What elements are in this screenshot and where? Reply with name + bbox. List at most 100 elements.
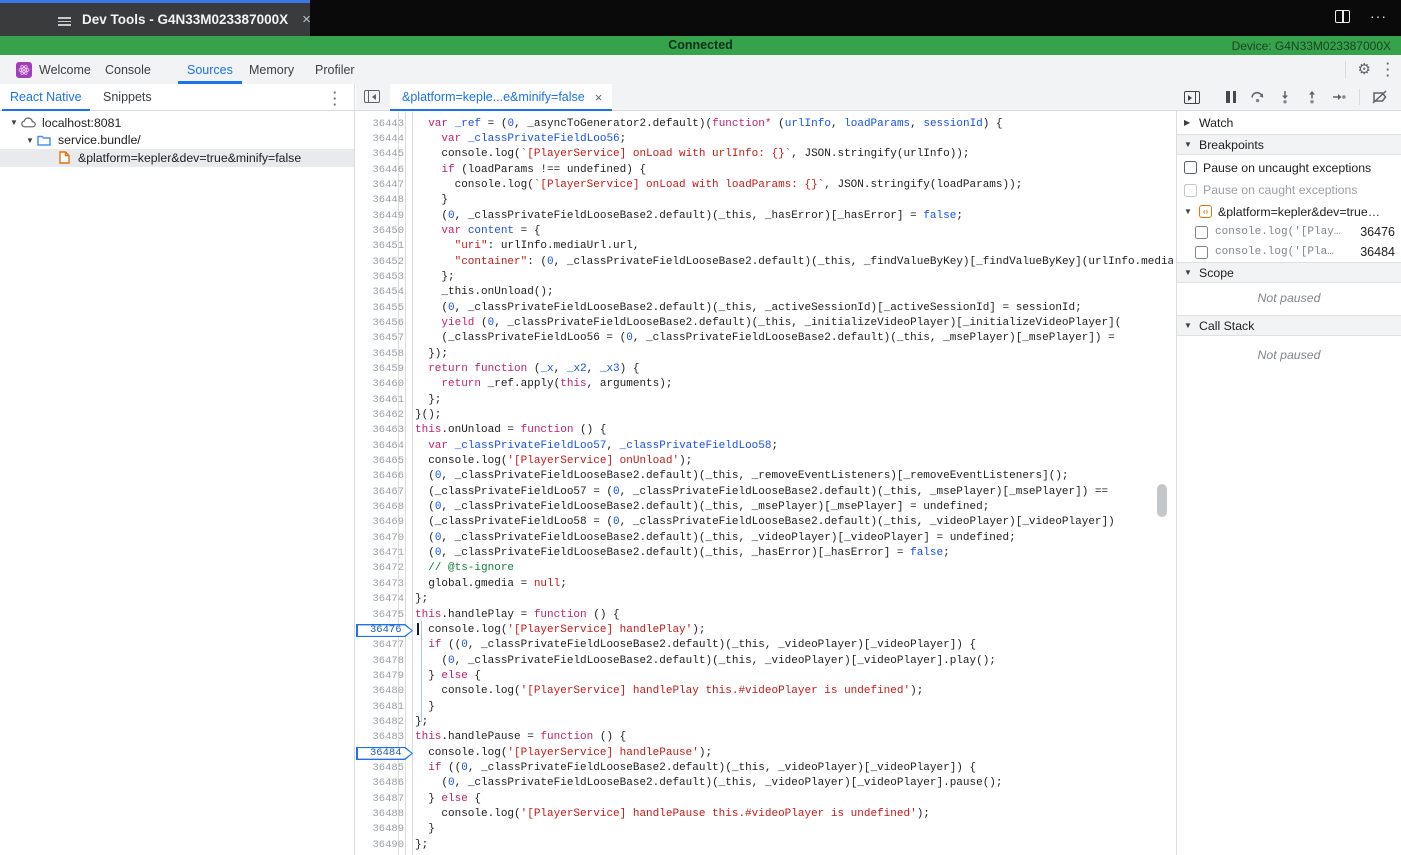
code-line[interactable]: 36464 var _classPrivateFieldLoo57, _clas…	[356, 439, 1173, 454]
line-number[interactable]: 36454	[356, 285, 404, 300]
chevron-right-icon[interactable]: ▶	[1184, 118, 1193, 127]
code-line[interactable]: 36473 global.gmedia = null;	[356, 577, 1173, 592]
tab-sources[interactable]: Sources	[187, 55, 233, 84]
line-number[interactable]: 36457	[356, 331, 404, 346]
line-number[interactable]: 36470	[356, 531, 404, 546]
deactivate-breakpoints-icon[interactable]	[1371, 88, 1389, 106]
code-line[interactable]: 36484 console.log('[PlayerService] handl…	[356, 746, 1173, 761]
code-line[interactable]: 36451 "uri": urlInfo.mediaUrl.url,	[356, 239, 1173, 254]
tab-profiler[interactable]: Profiler	[315, 55, 355, 84]
tab-snippets[interactable]: Snippets	[103, 84, 152, 110]
code-line[interactable]: 36470 (0, _classPrivateFieldLooseBase2.d…	[356, 531, 1173, 546]
breakpoint-badge[interactable]: 36476	[356, 624, 413, 638]
code-line[interactable]: 36445 console.log(`[PlayerService] onLoa…	[356, 147, 1173, 162]
line-number[interactable]: 36471	[356, 546, 404, 561]
tree-item-file[interactable]: &platform=kepler&dev=true&minify=false	[0, 149, 354, 167]
line-number[interactable]: 36451	[356, 239, 404, 254]
line-number[interactable]: 36477	[356, 638, 404, 653]
line-number[interactable]: 36485	[356, 761, 404, 776]
code-line[interactable]: 36461 };	[356, 393, 1173, 408]
line-number[interactable]: 36447	[356, 178, 404, 193]
code-line[interactable]: 36462}();	[356, 408, 1173, 423]
line-number[interactable]: 36463	[356, 423, 404, 438]
line-number[interactable]: 36445	[356, 147, 404, 162]
code-line[interactable]: 36459 return function (_x, _x2, _x3) {	[356, 362, 1173, 377]
line-number[interactable]: 36488	[356, 807, 404, 822]
line-number[interactable]: 36461	[356, 393, 404, 408]
tab-welcome[interactable]: Welcome	[16, 55, 91, 84]
show-right-panel-icon[interactable]	[1183, 88, 1201, 106]
line-number[interactable]: 36456	[356, 316, 404, 331]
tab-memory[interactable]: Memory	[249, 55, 294, 84]
code-line[interactable]: 36467 (_classPrivateFieldLoo57 = (0, _cl…	[356, 485, 1173, 500]
line-number[interactable]: 36446	[356, 163, 404, 178]
line-number[interactable]: 36444	[356, 132, 404, 147]
pause-uncaught-checkbox[interactable]	[1184, 161, 1197, 174]
code-line[interactable]: 36450 var content = {	[356, 224, 1173, 239]
code-line[interactable]: 36472 // @ts-ignore	[356, 561, 1173, 576]
code-line[interactable]: 36458 });	[356, 347, 1173, 362]
breakpoints-section-header[interactable]: ▼ Breakpoints	[1177, 134, 1401, 155]
code-line[interactable]: 36446 if (loadParams !== undefined) {	[356, 163, 1173, 178]
pause-script-icon[interactable]	[1222, 88, 1240, 106]
breakpoint-badge[interactable]: 36484	[356, 747, 413, 761]
line-number[interactable]: 36465	[356, 454, 404, 469]
code-line[interactable]: 36490};	[356, 838, 1173, 853]
line-number[interactable]: 36464	[356, 439, 404, 454]
line-number[interactable]: 36462	[356, 408, 404, 423]
line-number[interactable]: 36450	[356, 224, 404, 239]
line-number[interactable]: 36482	[356, 715, 404, 730]
line-number[interactable]: 36452	[356, 255, 404, 270]
line-number[interactable]: 36467	[356, 485, 404, 500]
call-stack-section-header[interactable]: ▼ Call Stack	[1177, 315, 1401, 336]
chevron-down-icon[interactable]: ▼	[24, 136, 36, 145]
line-number[interactable]: 36474	[356, 592, 404, 607]
chevron-down-icon[interactable]: ▼	[1184, 207, 1193, 216]
code-line[interactable]: 36477 if ((0, _classPrivateFieldLooseBas…	[356, 638, 1173, 653]
code-line[interactable]: 36447 console.log(`[PlayerService] onLoa…	[356, 178, 1173, 193]
code-line[interactable]: 36449 (0, _classPrivateFieldLooseBase2.d…	[356, 209, 1173, 224]
editor-tab-close-icon[interactable]: ×	[595, 90, 603, 105]
window-more-icon[interactable]: ···	[1370, 10, 1387, 23]
line-number[interactable]: 36469	[356, 515, 404, 530]
code-line[interactable]: 36457 (_classPrivateFieldLoo56 = (0, _cl…	[356, 331, 1173, 346]
code-line[interactable]: 36465 console.log('[PlayerService] onUnl…	[356, 454, 1173, 469]
line-number[interactable]: 36483	[356, 730, 404, 745]
line-number[interactable]: 36455	[356, 301, 404, 316]
breakpoint-checkbox[interactable]	[1195, 226, 1208, 239]
code-line[interactable]: 36479 } else {	[356, 669, 1173, 684]
scope-section-header[interactable]: ▼ Scope	[1177, 262, 1401, 283]
code-line[interactable]: 36456 yield (0, _classPrivateFieldLooseB…	[356, 316, 1173, 331]
breakpoint-file-group[interactable]: ▼ ‹› &platform=kepler&dev=true…	[1177, 201, 1401, 222]
code-line[interactable]: 36480 console.log('[PlayerService] handl…	[356, 684, 1173, 699]
line-number[interactable]: 36478	[356, 654, 404, 669]
code-line[interactable]: 36468 (0, _classPrivateFieldLooseBase2.d…	[356, 500, 1173, 515]
line-number[interactable]: 36458	[356, 347, 404, 362]
code-line[interactable]: 36448 }	[356, 193, 1173, 208]
line-number[interactable]: 36473	[356, 577, 404, 592]
code-line[interactable]: 36454 _this.onUnload();	[356, 285, 1173, 300]
code-line[interactable]: 36476 console.log('[PlayerService] handl…	[356, 623, 1173, 638]
window-tab-close-icon[interactable]: ×	[302, 11, 311, 28]
editor-scrollbar-thumb[interactable]	[1157, 484, 1167, 517]
step-icon[interactable]	[1330, 88, 1348, 106]
chevron-down-icon[interactable]: ▼	[8, 118, 20, 127]
tree-item-folder[interactable]: ▼ service.bundle/	[0, 132, 354, 150]
navigator-kebab-menu-icon[interactable]: ···	[330, 90, 340, 108]
code-line[interactable]: 36452 "container": (0, _classPrivateFiel…	[356, 255, 1173, 270]
code-line[interactable]: 36478 (0, _classPrivateFieldLooseBase2.d…	[356, 654, 1173, 669]
pause-uncaught-row[interactable]: Pause on uncaught exceptions	[1177, 156, 1401, 179]
line-number[interactable]: 36460	[356, 377, 404, 392]
code-line[interactable]: 36444 var _classPrivateFieldLoo56;	[356, 132, 1173, 147]
chevron-down-icon[interactable]: ▼	[1184, 140, 1193, 149]
settings-gear-icon[interactable]: ⚙	[1358, 62, 1371, 77]
hide-navigator-icon[interactable]	[364, 90, 380, 103]
line-number[interactable]: 36453	[356, 270, 404, 285]
tree-item-host[interactable]: ▼ localhost:8081	[0, 114, 354, 132]
code-line[interactable]: 36489 }	[356, 822, 1173, 837]
line-number[interactable]: 36480	[356, 684, 404, 699]
code-line[interactable]: 36455 (0, _classPrivateFieldLooseBase2.d…	[356, 301, 1173, 316]
line-number[interactable]: 36479	[356, 669, 404, 684]
split-view-icon[interactable]	[1335, 10, 1350, 23]
window-tab[interactable]: Dev Tools - G4N33M023387000X ×	[0, 3, 310, 36]
